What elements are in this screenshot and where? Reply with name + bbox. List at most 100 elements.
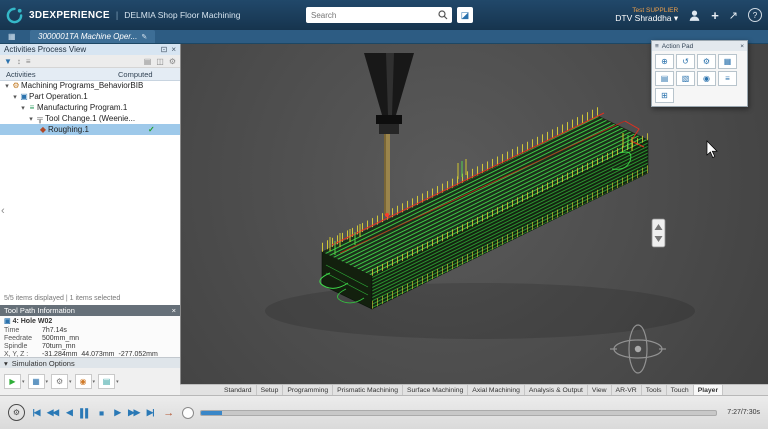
add-button[interactable]: + xyxy=(711,8,719,23)
material-removal-icon: ▦ xyxy=(28,374,45,389)
filter-icon[interactable]: ▼ xyxy=(4,57,12,66)
settings-icon[interactable]: ⚙ xyxy=(169,57,176,66)
action-pad-title: Action Pad xyxy=(662,43,737,50)
fast-forward-button[interactable]: ▶▶ xyxy=(128,407,139,418)
column-computed[interactable]: Computed xyxy=(118,70,153,79)
tool-path-info-header[interactable]: Tool Path Information × xyxy=(0,305,180,316)
search-icon[interactable] xyxy=(438,10,448,20)
tab-analysis-output[interactable]: Analysis & Output xyxy=(525,385,588,395)
column-activities[interactable]: Activities xyxy=(6,70,36,79)
play-button[interactable]: ▶ xyxy=(112,407,122,418)
caret-down-icon[interactable]: ▾ xyxy=(19,104,27,112)
share-button[interactable]: ↗ xyxy=(729,9,738,22)
spindle-value: 70turn_mn xyxy=(42,343,75,351)
simulation-time: 7:27/7:30s xyxy=(727,409,760,416)
pin-icon[interactable]: ⊡ xyxy=(161,45,168,54)
close-icon[interactable]: × xyxy=(172,306,176,315)
focus-icon[interactable]: ◉ xyxy=(697,71,716,86)
caret-down-icon[interactable]: ▾ xyxy=(3,82,11,90)
grid-view-icon[interactable]: ▤ xyxy=(144,57,152,66)
3ds-compass-logo xyxy=(6,7,23,24)
gear-icon[interactable]: ⚙ xyxy=(697,54,716,69)
app-title: DELMIA Shop Floor Machining xyxy=(124,10,240,20)
viewport-scroll-widget[interactable] xyxy=(652,219,665,247)
tab-touch[interactable]: Touch xyxy=(667,385,694,395)
tab-programming[interactable]: Programming xyxy=(283,385,333,395)
section-icon[interactable]: ▧ xyxy=(676,71,695,86)
sim-play-icon: ▶ xyxy=(4,374,21,389)
tab-setup[interactable]: Setup xyxy=(257,385,284,395)
layers-icon[interactable]: ▤ xyxy=(655,71,674,86)
tab-axial-machining[interactable]: Axial Machining xyxy=(468,385,525,395)
jump-to-end-icon[interactable]: → xyxy=(163,407,174,419)
rewind-button[interactable]: ◀◀ xyxy=(47,407,58,418)
stop-button[interactable]: ■ xyxy=(96,408,106,418)
document-tab[interactable]: 3000001TA Machine Oper... ✎ xyxy=(30,30,155,43)
rotate-icon[interactable]: ↺ xyxy=(676,54,695,69)
sim-collision-button[interactable]: ◉▾ xyxy=(75,374,96,389)
gear-icon: ⚙ xyxy=(51,374,68,389)
help-button[interactable]: ? xyxy=(748,8,762,22)
sim-analysis-button[interactable]: ▤▾ xyxy=(98,374,119,389)
document-tab-label: 3000001TA Machine Oper... xyxy=(38,32,137,41)
brand-text: 3DEXPERIENCE xyxy=(29,10,110,21)
spindle-label: Spindle xyxy=(4,343,42,351)
skip-to-start-button[interactable]: |◀ xyxy=(31,407,41,418)
simulation-options-header[interactable]: ▾ Simulation Options xyxy=(0,357,180,368)
pause-button[interactable]: ▌▌ xyxy=(80,408,90,418)
tab-standard[interactable]: Standard xyxy=(220,385,257,395)
chevron-down-icon: ▾ xyxy=(116,379,119,385)
caret-down-icon[interactable]: ▾ xyxy=(11,93,19,101)
tag-button[interactable]: ◪ xyxy=(457,7,473,23)
tree-item-roughing[interactable]: ◆ Roughing.1 ✓ xyxy=(0,124,180,135)
columns-icon[interactable]: ◫ xyxy=(156,57,164,66)
tab-prismatic-machining[interactable]: Prismatic Machining xyxy=(333,385,403,395)
caret-down-icon[interactable]: ▾ xyxy=(27,115,35,123)
chevron-down-icon: ▾ xyxy=(69,379,72,385)
player-settings-button[interactable]: ⚙ xyxy=(8,404,25,421)
timeline-handle[interactable] xyxy=(182,407,194,419)
tree-item-part-operation[interactable]: ▾ ▣ Part Operation.1 xyxy=(0,91,180,102)
tree-item-label: Roughing.1 xyxy=(48,125,89,134)
tab-ar-vr[interactable]: AR-VR xyxy=(612,385,642,395)
panel-collapse-arrow[interactable]: ‹ xyxy=(1,205,5,217)
simulation-toolbar: ▶▾ ▦▾ ⚙▾ ◉▾ ▤▾ xyxy=(0,368,180,395)
add-view-icon[interactable]: ⊞ xyxy=(655,88,674,103)
tab-tools[interactable]: Tools xyxy=(642,385,667,395)
close-icon[interactable]: × xyxy=(171,45,176,54)
user-menu[interactable]: Test SUPPLIER DTV Shraddha ▾ xyxy=(615,7,678,23)
program-icon: ⚙ xyxy=(11,81,21,90)
action-pad-header[interactable]: ≡ Action Pad × xyxy=(652,41,747,51)
drag-handle-icon[interactable]: ≡ xyxy=(655,43,659,50)
sim-play-mode-button[interactable]: ▶▾ xyxy=(4,374,25,389)
tree-item-machining-programs[interactable]: ▾ ⚙ Machining Programs_BehaviorBIB xyxy=(0,80,180,91)
sim-material-removal-button[interactable]: ▦▾ xyxy=(28,374,49,389)
top-bar: 3DEXPERIENCE | DELMIA Shop Floor Machini… xyxy=(0,0,768,30)
global-search[interactable] xyxy=(306,7,452,23)
list-icon[interactable]: ≡ xyxy=(26,57,31,66)
timeline-progress xyxy=(201,411,222,415)
home-icon[interactable]: ▦ xyxy=(8,32,16,41)
simulation-player-bar: ⚙ |◀ ◀◀ ◀ ▌▌ ■ ▶ ▶▶ ▶| → 7:27/7:30s xyxy=(0,395,768,429)
activities-tree: ▾ ⚙ Machining Programs_BehaviorBIB ▾ ▣ P… xyxy=(0,80,180,135)
close-icon[interactable]: × xyxy=(740,43,744,50)
list-icon[interactable]: ≡ xyxy=(718,71,737,86)
skip-to-end-button[interactable]: ▶| xyxy=(145,407,155,418)
tree-item-tool-change[interactable]: ▾ ╦ Tool Change.1 (Weenie... xyxy=(0,113,180,124)
title-separator: | xyxy=(116,10,118,20)
sort-icon[interactable]: ↕ xyxy=(17,57,21,66)
timeline-slider[interactable] xyxy=(200,410,717,416)
edit-icon[interactable]: ✎ xyxy=(141,33,147,41)
target-icon[interactable]: ⊕ xyxy=(655,54,674,69)
tool-path-info-body: ▣ 4: Hole W02 Time7h7.14s Feedrate500mm_… xyxy=(0,316,180,357)
user-avatar-icon[interactable] xyxy=(688,9,701,22)
search-input[interactable] xyxy=(306,11,438,20)
tab-player[interactable]: Player xyxy=(694,385,723,395)
tab-surface-machining[interactable]: Surface Machining xyxy=(403,385,468,395)
tree-item-manufacturing-program[interactable]: ▾ ≡ Manufacturing Program.1 xyxy=(0,102,180,113)
play-backward-button[interactable]: ◀ xyxy=(64,407,74,418)
simulation-options-title: Simulation Options xyxy=(12,359,75,368)
grid-icon[interactable]: ▦ xyxy=(718,54,737,69)
tab-view[interactable]: View xyxy=(588,385,612,395)
sim-settings-button[interactable]: ⚙▾ xyxy=(51,374,72,389)
